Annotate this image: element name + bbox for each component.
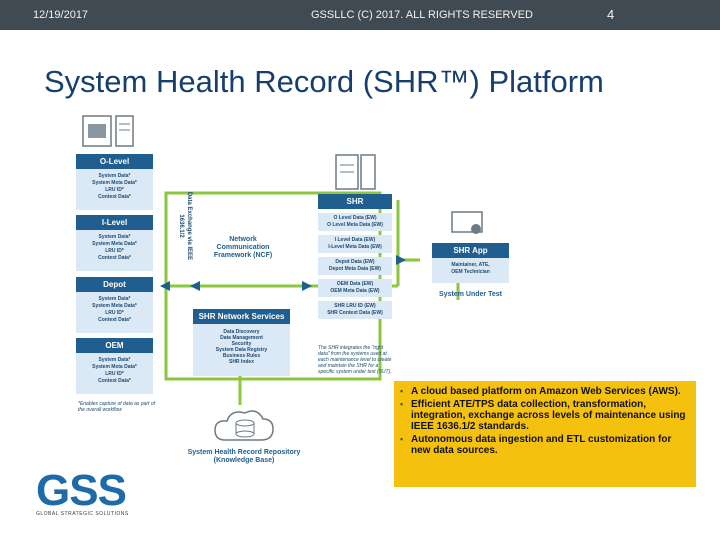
- footnote: *Enables capture of data as part of the …: [78, 401, 155, 413]
- level-items: System Data* System Meta Data* LRU ID* Con…: [92, 173, 137, 200]
- level-items: System Data* System Meta Data* LRU ID* Con…: [92, 234, 137, 261]
- bullet-item: Autonomous data ingestion and ETL custom…: [400, 434, 690, 456]
- shr-entry: OEM Data (EW) OEM Meta Data (EW): [318, 279, 392, 297]
- server-icon: [335, 154, 376, 190]
- shr-entry: I Level Data (EW) I-Level Meta Data (EW): [318, 235, 392, 253]
- arrow-right-icon: [302, 281, 312, 291]
- gss-logo: GSS: [36, 466, 127, 515]
- ncf-label: Network Communication Framework (NCF): [213, 236, 273, 259]
- level-box-depot: Depot System Data* System Meta Data* LRU …: [76, 277, 153, 333]
- shr-entry: SHR LRU ID (EW) SHR Context Data (EW): [318, 301, 392, 319]
- shr-title: SHR: [318, 194, 392, 209]
- shr-note: The SHR integrates the "right data" from…: [318, 345, 392, 375]
- level-title: OEM: [76, 338, 153, 353]
- cloud-database-icon: [214, 410, 274, 441]
- shr-entry: O Level Data (EW) O Level Meta Data (EW): [318, 213, 392, 231]
- level-items: System Data* System Meta Data* LRU ID* Con…: [92, 296, 137, 323]
- shr-box: SHR O Level Data (EW) O Level Meta Data (…: [318, 194, 392, 340]
- gss-logo-subtitle: GLOBAL STRATEGIC SOLUTIONS: [36, 511, 129, 517]
- shr-app-title: SHR App: [432, 243, 509, 258]
- shr-app-items: Maintainer, ATE, OEM Technician: [451, 262, 490, 275]
- system-under-test-label: System Under Test: [439, 291, 502, 298]
- building-icon: [82, 115, 134, 147]
- level-box-i: I-Level System Data* System Meta Data* LR…: [76, 215, 153, 271]
- bullet-item: Efficient ATE/TPS data collection, trans…: [400, 399, 690, 432]
- network-services-title: SHR Network Services: [193, 309, 290, 324]
- bullet-item: A cloud based platform on Amazon Web Ser…: [400, 386, 690, 397]
- level-title: O-Level: [76, 154, 153, 169]
- level-title: I-Level: [76, 215, 153, 230]
- level-box-oem: OEM System Data* System Meta Data* LRU ID…: [76, 338, 153, 394]
- level-items: System Data* System Meta Data* LRU ID* Con…: [92, 357, 137, 384]
- shr-network-services-box: SHR Network Services Data Discovery Data …: [193, 309, 290, 376]
- level-title: Depot: [76, 277, 153, 292]
- key-points-callout: A cloud based platform on Amazon Web Ser…: [394, 381, 696, 487]
- shr-entry: Depot Data (EW) Depot Meta Data (EW): [318, 257, 392, 275]
- computer-icon: [451, 211, 483, 234]
- repository-label: System Health Record Repository (Knowled…: [187, 449, 301, 464]
- shr-app-box: SHR App Maintainer, ATE, OEM Technician: [432, 243, 509, 283]
- level-box-o: O-Level System Data* System Meta Data* LR…: [76, 154, 153, 210]
- data-exchange-label: Data Exchange via IEEE 1636.1/2: [178, 191, 192, 261]
- network-services-items: Data Discovery Data Management Security Sy…: [215, 329, 268, 365]
